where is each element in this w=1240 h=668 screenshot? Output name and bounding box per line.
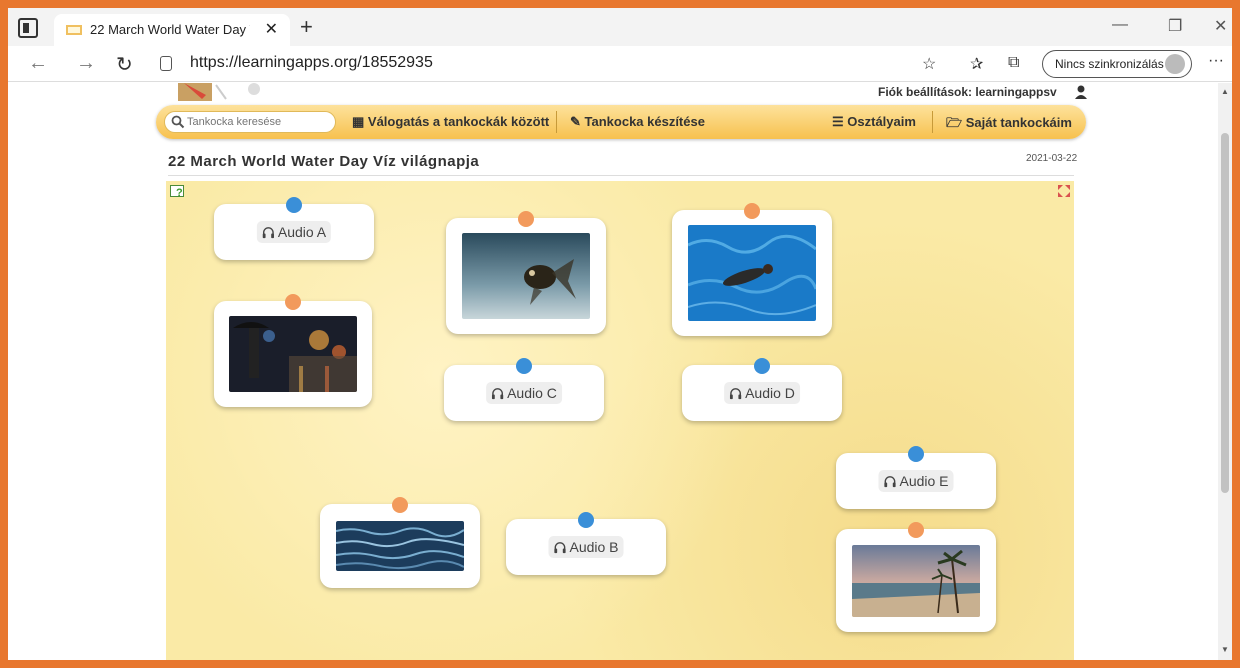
audio-label: Audio D bbox=[745, 385, 795, 401]
my-apps-link[interactable]: 🗁 Saját tankockáim bbox=[946, 114, 1072, 136]
browser-window: 22 March World Water Day Víz v ✕ + — ❐ ✕… bbox=[8, 8, 1232, 660]
scroll-down-icon[interactable]: ▼ bbox=[1221, 645, 1229, 654]
title-divider bbox=[168, 175, 1074, 176]
pin bbox=[392, 497, 408, 513]
create-app-label: Tankocka készítése bbox=[584, 114, 705, 129]
audio-play-button[interactable]: Audio D bbox=[724, 382, 800, 404]
user-icon bbox=[1075, 85, 1087, 99]
audio-play-button[interactable]: Audio A bbox=[256, 221, 332, 243]
audio-card-d[interactable]: Audio D bbox=[682, 358, 842, 421]
rainy-street-image bbox=[229, 316, 357, 392]
audio-label: Audio B bbox=[569, 539, 619, 555]
audio-card-a[interactable]: Audio A bbox=[214, 197, 374, 260]
scroll-thumb[interactable] bbox=[1221, 133, 1229, 493]
collections-icon[interactable]: ⧉ bbox=[1008, 54, 1019, 72]
list-icon: ☰ bbox=[832, 114, 848, 129]
app-title: 22 March World Water Day Víz világnapja bbox=[168, 153, 480, 170]
my-classes-link[interactable]: ☰ Osztályaim bbox=[832, 114, 916, 130]
headphones-icon bbox=[262, 226, 274, 238]
audio-card-e[interactable]: Audio E bbox=[836, 446, 996, 509]
address-toolbar: ← → ↻ https://learningapps.org/18552935 … bbox=[8, 46, 1232, 82]
pin bbox=[578, 512, 594, 528]
sea-water-image bbox=[336, 521, 464, 571]
nav-divider bbox=[556, 111, 557, 133]
page-content: Fiók beállítások: learningappsv ▦ Váloga… bbox=[8, 83, 1218, 660]
image-card-rainy-street[interactable] bbox=[214, 294, 372, 407]
new-tab-button[interactable]: + bbox=[300, 14, 313, 40]
browse-apps-link[interactable]: ▦ Válogatás a tankockák között bbox=[352, 114, 549, 130]
image-card-goldfish[interactable] bbox=[446, 211, 606, 334]
browse-apps-label: Válogatás a tankockák között bbox=[367, 114, 550, 129]
create-app-link[interactable]: ✎ Tankocka készítése bbox=[570, 114, 705, 130]
pin bbox=[516, 358, 532, 374]
forward-icon[interactable]: → bbox=[76, 52, 96, 75]
profile-avatar bbox=[1165, 54, 1185, 74]
audio-play-button[interactable]: Audio C bbox=[486, 382, 562, 404]
address-bar[interactable]: https://learningapps.org/18552935 bbox=[148, 50, 918, 78]
audio-label: Audio E bbox=[899, 473, 949, 489]
lock-icon bbox=[160, 56, 172, 71]
account-settings-link[interactable]: Fiók beállítások: learningappsv bbox=[878, 85, 1057, 99]
my-classes-label: Osztályaim bbox=[847, 114, 916, 129]
learningapps-logo bbox=[178, 83, 260, 101]
tab-actions-icon[interactable] bbox=[18, 18, 38, 38]
nav-divider bbox=[932, 111, 933, 133]
close-window-button[interactable]: ✕ bbox=[1214, 16, 1227, 36]
help-icon[interactable]: ? bbox=[170, 185, 186, 199]
audio-label: Audio A bbox=[277, 224, 327, 240]
audio-card-c[interactable]: Audio C bbox=[444, 358, 604, 421]
refresh-icon[interactable]: ↻ bbox=[116, 52, 133, 77]
main-navbar: ▦ Válogatás a tankockák között ✎ Tankock… bbox=[156, 105, 1086, 139]
image-card-beach[interactable] bbox=[836, 522, 996, 632]
pin bbox=[518, 211, 534, 227]
beach-image bbox=[852, 545, 980, 617]
audio-label: Audio C bbox=[507, 385, 557, 401]
favicon-icon bbox=[66, 25, 82, 35]
browser-tab[interactable]: 22 March World Water Day Víz v ✕ bbox=[54, 14, 290, 46]
pin bbox=[754, 358, 770, 374]
search-input[interactable] bbox=[187, 114, 331, 130]
audio-card-b[interactable]: Audio B bbox=[506, 512, 666, 575]
audio-play-button[interactable]: Audio E bbox=[878, 470, 954, 492]
favorites-icon[interactable]: ✰ bbox=[970, 54, 983, 74]
pin bbox=[286, 197, 302, 213]
folder-icon: 🗁 bbox=[946, 115, 966, 130]
pin bbox=[285, 294, 301, 310]
app-date: 2021-03-22 bbox=[1026, 153, 1078, 164]
tab-strip: 22 March World Water Day Víz v ✕ + — ❐ ✕ bbox=[8, 8, 1232, 46]
back-icon[interactable]: ← bbox=[28, 52, 48, 75]
headphones-icon bbox=[554, 541, 566, 553]
restore-button[interactable]: ❐ bbox=[1168, 16, 1182, 36]
swimmer-image bbox=[688, 225, 816, 321]
my-apps-label: Saját tankockáim bbox=[965, 115, 1072, 130]
tab-title: 22 March World Water Day Víz v bbox=[90, 22, 250, 37]
fullscreen-icon[interactable] bbox=[1058, 185, 1070, 197]
page-scrollbar[interactable]: ▲ ▼ bbox=[1218, 83, 1232, 660]
pin bbox=[908, 522, 924, 538]
headphones-icon bbox=[491, 387, 504, 399]
goldfish-image bbox=[462, 233, 590, 319]
search-icon bbox=[171, 115, 185, 129]
add-favorite-icon[interactable]: ☆ bbox=[922, 54, 936, 74]
audio-play-button[interactable]: Audio B bbox=[548, 536, 624, 558]
pin bbox=[744, 203, 760, 219]
headphones-icon bbox=[729, 387, 742, 399]
more-menu-icon[interactable]: ··· bbox=[1208, 52, 1224, 70]
sync-label: Nincs szinkronizálás bbox=[1055, 57, 1164, 71]
image-card-sea-water[interactable] bbox=[320, 497, 480, 588]
pin bbox=[908, 446, 924, 462]
search-box[interactable] bbox=[164, 111, 336, 133]
pin-board: ? Audio A Audio C Audio D Audio E Audio … bbox=[166, 181, 1074, 660]
minimize-button[interactable]: — bbox=[1112, 16, 1128, 34]
grid-icon: ▦ bbox=[352, 114, 368, 129]
pencil-icon: ✎ bbox=[570, 114, 585, 129]
sync-button[interactable]: Nincs szinkronizálás bbox=[1042, 50, 1192, 78]
headphones-icon bbox=[884, 475, 896, 487]
url-text[interactable]: https://learningapps.org/18552935 bbox=[190, 54, 433, 72]
scroll-up-icon[interactable]: ▲ bbox=[1221, 87, 1229, 96]
image-card-swimmer[interactable] bbox=[672, 203, 832, 336]
tab-close-icon[interactable]: ✕ bbox=[265, 19, 278, 39]
svg-text:?: ? bbox=[176, 187, 183, 199]
